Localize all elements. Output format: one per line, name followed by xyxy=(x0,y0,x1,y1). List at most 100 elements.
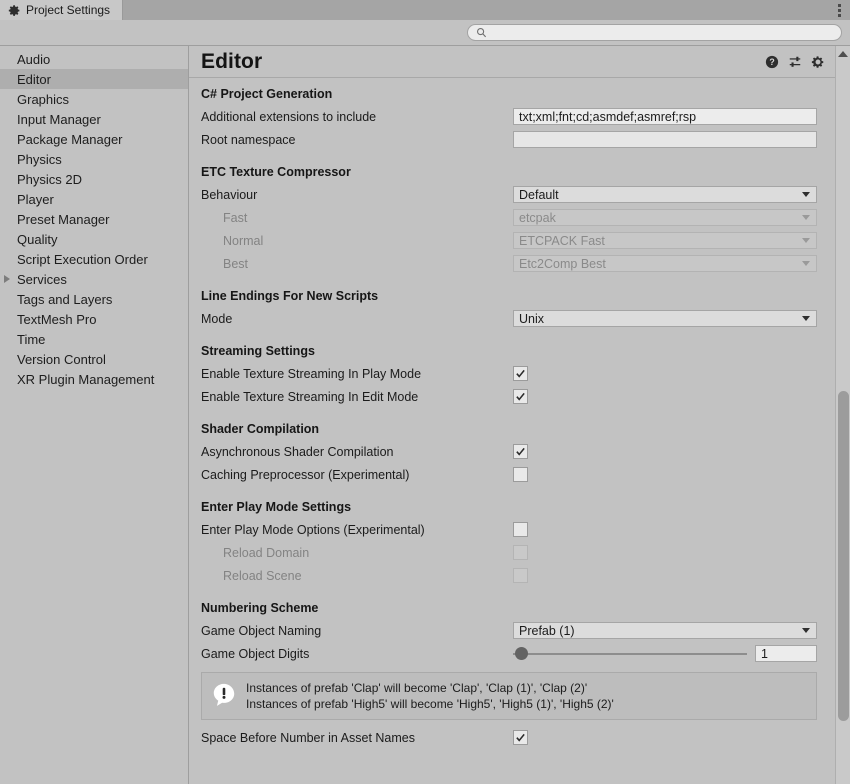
slider-handle[interactable] xyxy=(515,647,528,660)
settings-sidebar[interactable]: Audio Editor Graphics Input Manager Pack… xyxy=(0,46,189,784)
label-game-object-digits: Game Object Digits xyxy=(201,647,513,661)
game-object-digits-slider[interactable] xyxy=(513,646,747,661)
enter-play-mode-options-checkbox[interactable] xyxy=(513,522,528,537)
settings-body: C# Project Generation Additional extensi… xyxy=(189,78,835,749)
row-reload-domain: Reload Domain xyxy=(201,541,817,564)
sidebar-item-label: TextMesh Pro xyxy=(17,312,96,327)
normal-dropdown: ETCPACK Fast xyxy=(513,232,817,249)
sidebar-item-label: Tags and Layers xyxy=(17,292,112,307)
label-root-namespace: Root namespace xyxy=(201,133,513,147)
project-settings-window: Project Settings Audio Editor xyxy=(0,0,850,784)
page-header: Editor ? xyxy=(189,46,835,78)
row-behaviour: Behaviour Default xyxy=(201,183,817,206)
scrollbar-thumb[interactable] xyxy=(838,391,849,721)
sidebar-item-audio[interactable]: Audio xyxy=(0,49,188,69)
settings-content: Editor ? xyxy=(189,46,835,784)
texture-streaming-play-mode-checkbox[interactable] xyxy=(513,366,528,381)
label-texture-streaming-play-mode: Enable Texture Streaming In Play Mode xyxy=(201,367,513,381)
section-title-etc-texture-compressor: ETC Texture Compressor xyxy=(201,165,817,179)
sidebar-item-physics-2d[interactable]: Physics 2D xyxy=(0,169,188,189)
tab-strip: Project Settings xyxy=(0,0,850,20)
sidebar-item-label: Physics xyxy=(17,152,62,167)
chevron-down-icon xyxy=(802,192,810,197)
sidebar-item-label: Quality xyxy=(17,232,57,247)
sidebar-item-label: Physics 2D xyxy=(17,172,82,187)
async-shader-compilation-checkbox[interactable] xyxy=(513,444,528,459)
chevron-right-icon[interactable] xyxy=(4,275,10,283)
label-game-object-naming: Game Object Naming xyxy=(201,624,513,638)
label-space-before-number: Space Before Number in Asset Names xyxy=(201,731,513,745)
sidebar-item-preset-manager[interactable]: Preset Manager xyxy=(0,209,188,229)
section-title-csharp-project-generation: C# Project Generation xyxy=(201,87,817,101)
label-line-endings-mode: Mode xyxy=(201,312,513,326)
gear-icon xyxy=(8,4,21,17)
scroll-up-arrow-icon[interactable] xyxy=(838,51,848,57)
reload-scene-checkbox xyxy=(513,568,528,583)
sidebar-item-label: Graphics xyxy=(17,92,69,107)
search-box[interactable] xyxy=(467,24,842,41)
help-icon[interactable]: ? xyxy=(765,55,779,69)
row-game-object-naming: Game Object Naming Prefab (1) xyxy=(201,619,817,642)
space-before-number-checkbox[interactable] xyxy=(513,730,528,745)
caching-preprocessor-checkbox[interactable] xyxy=(513,467,528,482)
vertical-scrollbar[interactable] xyxy=(835,46,850,784)
row-caching-preprocessor: Caching Preprocessor (Experimental) xyxy=(201,463,817,486)
sidebar-item-script-execution-order[interactable]: Script Execution Order xyxy=(0,249,188,269)
row-fast: Fast etcpak xyxy=(201,206,817,229)
label-caching-preprocessor: Caching Preprocessor (Experimental) xyxy=(201,468,513,482)
check-icon xyxy=(515,368,526,379)
sidebar-item-quality[interactable]: Quality xyxy=(0,229,188,249)
gear-icon[interactable] xyxy=(811,55,825,69)
label-best: Best xyxy=(201,257,513,271)
sidebar-item-label: Time xyxy=(17,332,45,347)
sidebar-item-xr-plugin-management[interactable]: XR Plugin Management xyxy=(0,369,188,389)
sidebar-item-graphics[interactable]: Graphics xyxy=(0,89,188,109)
reload-domain-checkbox xyxy=(513,545,528,560)
row-additional-extensions: Additional extensions to include txt;xml… xyxy=(201,105,817,128)
label-texture-streaming-edit-mode: Enable Texture Streaming In Edit Mode xyxy=(201,390,513,404)
sidebar-item-label: Package Manager xyxy=(17,132,123,147)
sidebar-item-editor[interactable]: Editor xyxy=(0,69,188,89)
additional-extensions-input[interactable]: txt;xml;fnt;cd;asmdef;asmref;rsp xyxy=(513,108,817,125)
info-callout-icon xyxy=(211,682,237,711)
check-icon xyxy=(515,732,526,743)
root-namespace-input[interactable] xyxy=(513,131,817,148)
check-icon xyxy=(515,391,526,402)
tab-project-settings[interactable]: Project Settings xyxy=(0,0,123,20)
page-title: Editor xyxy=(201,50,262,74)
sidebar-item-version-control[interactable]: Version Control xyxy=(0,349,188,369)
sidebar-item-package-manager[interactable]: Package Manager xyxy=(0,129,188,149)
line-endings-mode-value: Unix xyxy=(519,312,544,326)
sidebar-item-player[interactable]: Player xyxy=(0,189,188,209)
texture-streaming-edit-mode-checkbox[interactable] xyxy=(513,389,528,404)
sidebar-item-physics[interactable]: Physics xyxy=(0,149,188,169)
more-vertical-icon[interactable] xyxy=(828,0,850,20)
behaviour-dropdown[interactable]: Default xyxy=(513,186,817,203)
page-header-icons: ? xyxy=(765,55,825,69)
game-object-naming-dropdown[interactable]: Prefab (1) xyxy=(513,622,817,639)
preset-icon[interactable] xyxy=(788,55,802,69)
sidebar-item-label: XR Plugin Management xyxy=(17,372,154,387)
search-input[interactable] xyxy=(492,27,833,39)
numbering-info-text: Instances of prefab 'Clap' will become '… xyxy=(246,680,614,712)
tab-label: Project Settings xyxy=(26,3,110,17)
numbering-info-line-2: Instances of prefab 'High5' will become … xyxy=(246,696,614,712)
settings-main-panel: Editor ? xyxy=(189,46,850,784)
label-fast: Fast xyxy=(201,211,513,225)
section-title-numbering-scheme: Numbering Scheme xyxy=(201,601,817,615)
row-best: Best Etc2Comp Best xyxy=(201,252,817,275)
sidebar-item-services[interactable]: Services xyxy=(0,269,188,289)
sidebar-item-input-manager[interactable]: Input Manager xyxy=(0,109,188,129)
sidebar-item-tags-and-layers[interactable]: Tags and Layers xyxy=(0,289,188,309)
line-endings-mode-dropdown[interactable]: Unix xyxy=(513,310,817,327)
row-texture-streaming-play-mode: Enable Texture Streaming In Play Mode xyxy=(201,362,817,385)
section-title-shader-compilation: Shader Compilation xyxy=(201,422,817,436)
sidebar-item-time[interactable]: Time xyxy=(0,329,188,349)
row-game-object-digits: Game Object Digits 1 xyxy=(201,642,817,665)
sidebar-item-label: Version Control xyxy=(17,352,106,367)
normal-dropdown-value: ETCPACK Fast xyxy=(519,234,605,248)
sidebar-item-label: Script Execution Order xyxy=(17,252,148,267)
row-texture-streaming-edit-mode: Enable Texture Streaming In Edit Mode xyxy=(201,385,817,408)
sidebar-item-textmesh-pro[interactable]: TextMesh Pro xyxy=(0,309,188,329)
game-object-digits-input[interactable]: 1 xyxy=(755,645,817,662)
